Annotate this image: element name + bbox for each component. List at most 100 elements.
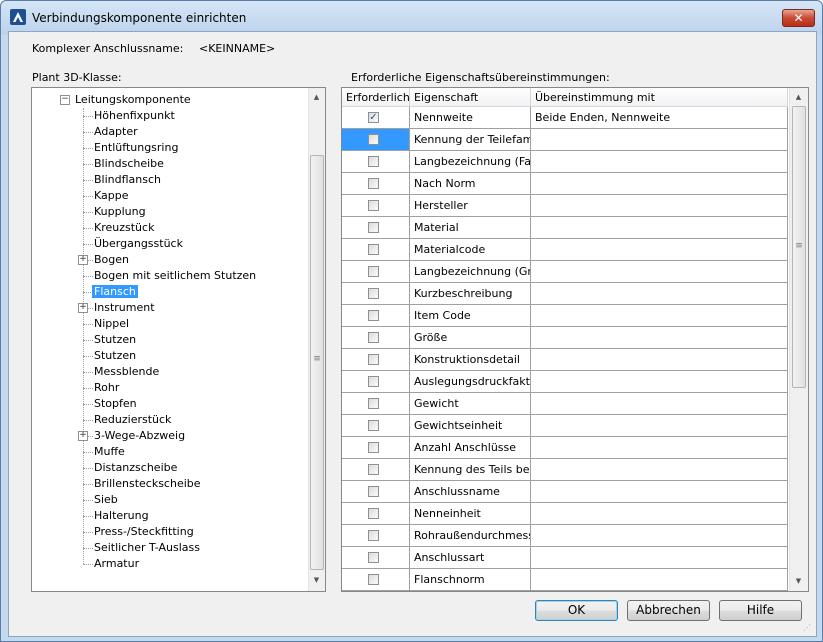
grid-row[interactable]: Konstruktionsdetail [342,349,788,371]
checkbox[interactable] [368,486,379,497]
tree-item[interactable]: Kappe [94,188,129,204]
match-cell[interactable] [531,459,788,481]
column-header-property[interactable]: Eigenschaft [410,88,531,107]
tree-item[interactable]: Armatur [94,556,139,572]
tree-item[interactable]: Höhenfixpunkt [94,108,175,124]
match-cell[interactable] [531,525,788,547]
tree-scrollbar[interactable]: ▲ ≡ ▼ [308,88,325,591]
checkbox[interactable] [368,332,379,343]
tree-item[interactable]: Stopfen [94,396,137,412]
resize-grip-icon[interactable]: ⋰ [803,623,813,633]
match-cell[interactable] [531,349,788,371]
grid-row[interactable]: Nenneinheit [342,503,788,525]
required-cell[interactable] [342,283,410,305]
match-cell[interactable]: Beide Enden, Nennweite [531,107,788,129]
grid-row[interactable]: Kennung der Teilefami... [342,129,788,151]
tree-root-item[interactable]: − Leitungskomponente [60,92,191,108]
checkbox[interactable] [368,310,379,321]
checkbox[interactable] [368,288,379,299]
required-cell[interactable] [342,415,410,437]
scroll-thumb[interactable]: ≡ [310,155,324,570]
match-cell[interactable] [531,151,788,173]
close-button[interactable]: ✕ [782,9,815,27]
required-cell[interactable] [342,503,410,525]
checkbox[interactable] [368,464,379,475]
required-cell[interactable] [342,173,410,195]
collapse-icon[interactable]: − [60,95,70,105]
tree-item[interactable]: Distanzscheibe [94,460,177,476]
title-bar[interactable]: Verbindungskomponente einrichten ✕ [1,1,822,35]
required-cell[interactable] [342,217,410,239]
column-header-match[interactable]: Übereinstimmung mit [531,88,788,107]
required-cell[interactable] [342,349,410,371]
tree-item[interactable]: Übergangsstück [94,236,183,252]
grid-row[interactable]: Gewicht [342,393,788,415]
checkbox[interactable] [368,442,379,453]
grid-row[interactable]: Größe [342,327,788,349]
expand-icon[interactable]: + [78,431,88,441]
expand-icon[interactable]: + [78,255,88,265]
match-cell[interactable] [531,371,788,393]
tree-item[interactable]: Blindflansch [94,172,161,188]
grid-row[interactable]: Hersteller [342,195,788,217]
checkbox-checked[interactable]: ✓ [368,112,379,123]
grid-row[interactable]: Anschlussart [342,547,788,569]
checkbox[interactable] [368,222,379,233]
match-cell[interactable] [531,481,788,503]
grid-row[interactable]: Item Code [342,305,788,327]
required-cell[interactable] [342,151,410,173]
checkbox[interactable] [368,420,379,431]
class-tree[interactable]: − Leitungskomponente Höhenfixpunkt Adapter E… [31,87,326,592]
required-cell[interactable] [342,261,410,283]
match-cell[interactable] [531,173,788,195]
checkbox[interactable] [368,134,379,145]
required-cell[interactable] [342,327,410,349]
checkbox[interactable] [368,530,379,541]
checkbox[interactable] [368,354,379,365]
match-cell[interactable] [531,305,788,327]
match-cell[interactable] [531,415,788,437]
required-cell[interactable]: ✓ [342,107,410,129]
tree-item[interactable]: Stutzen [94,348,136,364]
match-cell[interactable] [531,261,788,283]
grid-row[interactable]: Flanschnorm [342,569,788,591]
tree-item[interactable]: Reduzierstück [94,412,171,428]
match-cell[interactable] [531,217,788,239]
checkbox[interactable] [368,552,379,563]
tree-item[interactable]: Stutzen [94,332,136,348]
grid-scrollbar[interactable]: ▲ ≡ ▼ [789,88,808,591]
checkbox[interactable] [368,266,379,277]
tree-item[interactable]: Adapter [94,124,138,140]
match-cell[interactable] [531,129,788,151]
required-cell[interactable] [342,239,410,261]
match-cell[interactable] [531,547,788,569]
required-cell[interactable] [342,437,410,459]
checkbox[interactable] [368,574,379,585]
required-cell[interactable] [342,459,410,481]
tree-item[interactable]: Entlüftungsring [94,140,178,156]
tree-item[interactable]: Seitlicher T-Auslass [94,540,200,556]
tree-item[interactable]: Halterung [94,508,149,524]
required-cell[interactable] [342,305,410,327]
tree-item[interactable]: Brillensteckscheibe [94,476,201,492]
grid-row[interactable]: Kurzbeschreibung [342,283,788,305]
scroll-up-arrow-icon[interactable]: ▲ [309,90,324,105]
checkbox[interactable] [368,244,379,255]
required-cell[interactable] [342,371,410,393]
checkbox[interactable] [368,200,379,211]
tree-item[interactable]: Messblende [94,364,159,380]
grid-row[interactable]: Anschlussname [342,481,788,503]
grid-row[interactable]: Nach Norm [342,173,788,195]
match-cell[interactable] [531,393,788,415]
expand-icon[interactable]: + [78,303,88,313]
checkbox[interactable] [368,376,379,387]
column-header-required[interactable]: Erforderlich [342,88,410,107]
match-cell[interactable] [531,569,788,591]
required-cell[interactable] [342,547,410,569]
checkbox[interactable] [368,178,379,189]
grid-row[interactable]: Materialcode [342,239,788,261]
match-cell[interactable] [531,327,788,349]
grid-row[interactable]: Kennung des Teils be... [342,459,788,481]
property-grid[interactable]: Erforderlich Eigenschaft Übereinstimmung… [341,87,809,592]
checkbox[interactable] [368,398,379,409]
